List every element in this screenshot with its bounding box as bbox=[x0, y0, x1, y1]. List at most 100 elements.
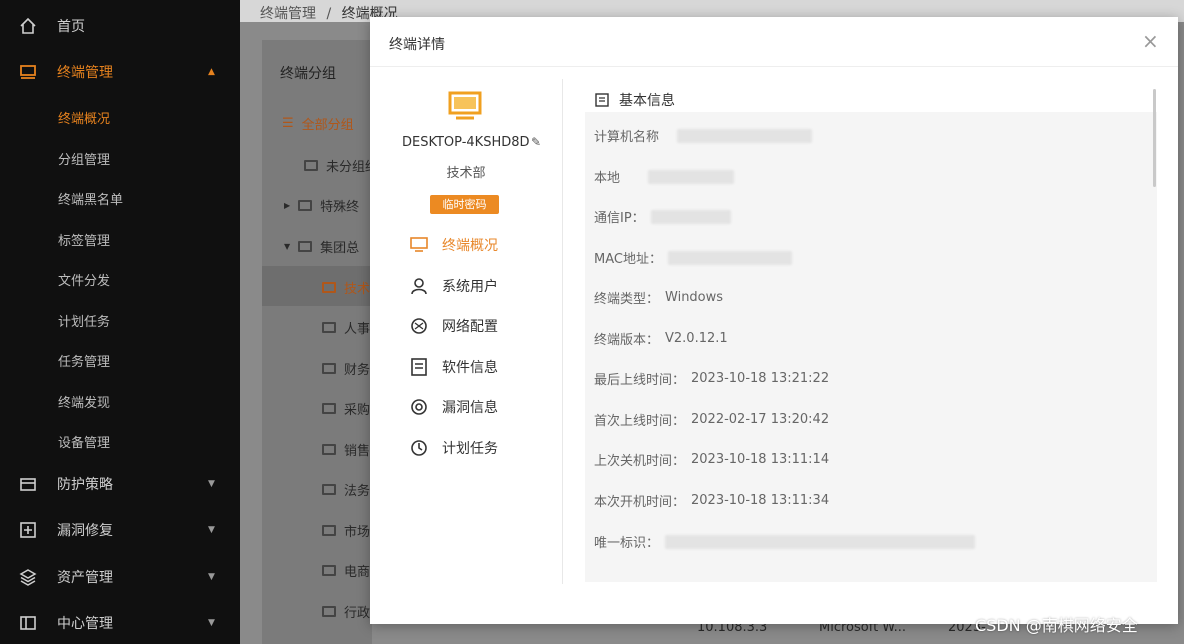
tree-item-child[interactable]: 市场 bbox=[322, 521, 370, 540]
chevron-down-icon: ▼ bbox=[208, 618, 215, 628]
sidebar-item-label: 防护策略 bbox=[57, 477, 113, 493]
sidebar-item-label: 漏洞修复 bbox=[57, 523, 113, 539]
sidebar: 首页 终端管理 ▲ 终端概况 分组管理 终端黑名单 标签管理 文件分发 计划任务… bbox=[0, 0, 240, 644]
sidebar-sub-item[interactable]: 设备管理 bbox=[58, 432, 110, 451]
tree-item-label: 全部分组 bbox=[301, 118, 354, 133]
info-row-mac: MAC地址： bbox=[594, 248, 792, 267]
info-row-version: 终端版本： V2.0.12.1 bbox=[594, 329, 728, 348]
monitor-icon bbox=[322, 322, 336, 333]
clock-icon bbox=[409, 438, 429, 458]
tree-item-label: 采购 bbox=[344, 403, 371, 418]
caret-right-icon: ▶ bbox=[284, 201, 291, 210]
tree-item-label: 集团总 bbox=[320, 241, 360, 256]
sidebar-sub-item[interactable]: 文件分发 bbox=[58, 270, 110, 289]
breadcrumb-root[interactable]: 终端管理 bbox=[260, 6, 316, 22]
tree-item-group-hq[interactable]: ▼ 集团总 bbox=[284, 237, 359, 256]
info-row-first-online: 首次上线时间： 2022-02-17 13:20:42 bbox=[594, 410, 829, 429]
sidebar-sub-item[interactable]: 任务管理 bbox=[58, 351, 110, 370]
monitor-icon bbox=[298, 241, 313, 252]
redacted-value bbox=[665, 534, 976, 549]
info-row-last-shutdown: 上次关机时间： 2023-10-18 13:11:14 bbox=[594, 450, 829, 469]
sidebar-sub-item[interactable]: 终端黑名单 bbox=[58, 189, 123, 208]
modal-header: 终端详情 × bbox=[370, 17, 1178, 67]
caret-down-icon: ▼ bbox=[284, 242, 291, 251]
tree-item-child[interactable]: 法务 bbox=[322, 480, 370, 499]
section-title: 基本信息 bbox=[619, 93, 675, 109]
sidebar-item-label: 首页 bbox=[57, 19, 85, 35]
redacted-value bbox=[648, 169, 735, 184]
sidebar-sub-item[interactable]: 计划任务 bbox=[58, 311, 110, 330]
tree-item-child[interactable]: 电商 bbox=[322, 561, 370, 580]
sidebar-item-vuln-fix[interactable]: 漏洞修复 ▼ bbox=[0, 510, 240, 550]
monitor-icon bbox=[304, 160, 318, 171]
edit-icon[interactable]: ✎ bbox=[531, 135, 541, 149]
strategy-icon bbox=[18, 474, 38, 494]
tree-item-child[interactable]: 技术 bbox=[322, 278, 370, 297]
info-value: 2023-10-18 13:11:34 bbox=[691, 493, 830, 508]
monitor-icon bbox=[322, 525, 336, 536]
tree-item-label: 特殊终 bbox=[320, 200, 360, 215]
breadcrumb-separator: / bbox=[326, 6, 332, 22]
sidebar-item-assets[interactable]: 资产管理 ▼ bbox=[0, 557, 240, 597]
sidebar-item-terminal-mgmt[interactable]: 终端管理 ▲ bbox=[0, 52, 240, 92]
info-row-comm-ip: 通信IP： bbox=[594, 207, 731, 226]
temp-password-button[interactable]: 临时密码 bbox=[430, 195, 499, 214]
info-row-computer-name: 计算机名称 bbox=[594, 126, 813, 145]
monitor-icon bbox=[322, 282, 336, 293]
sidebar-sub-item[interactable]: 终端概况 bbox=[58, 108, 110, 127]
network-icon bbox=[409, 316, 429, 336]
tree-item-child[interactable]: 财务 bbox=[322, 359, 370, 378]
tree-item-ungrouped[interactable]: 未分组终 bbox=[304, 156, 378, 175]
tree-title: 终端分组 bbox=[280, 66, 336, 82]
tree-item-label: 电商 bbox=[344, 565, 371, 580]
tree-item-child[interactable]: 销售 bbox=[322, 440, 370, 459]
terminal-detail-modal: 终端详情 × DESKTOP-4KSHD8D ✎ 技术部 临时密码 终端概况 系… bbox=[370, 17, 1178, 624]
tree-item-child[interactable]: 采购 bbox=[322, 399, 370, 418]
divider bbox=[562, 79, 563, 584]
sidebar-sub-item[interactable]: 终端发现 bbox=[58, 392, 110, 411]
sidebar-item-center[interactable]: 中心管理 ▼ bbox=[0, 603, 240, 643]
info-value: 2023-10-18 13:21:22 bbox=[691, 371, 830, 386]
tree-item-child[interactable]: 行政 bbox=[322, 602, 370, 621]
sidebar-sub-item[interactable]: 标签管理 bbox=[58, 230, 110, 249]
tree-item-child[interactable]: 人事 bbox=[322, 318, 370, 337]
menu-item-label: 软件信息 bbox=[442, 360, 498, 376]
monitor-icon bbox=[322, 403, 336, 414]
chevron-down-icon: ▼ bbox=[208, 479, 215, 489]
close-icon[interactable]: × bbox=[1142, 31, 1159, 51]
info-row-type: 终端类型： Windows bbox=[594, 288, 723, 307]
menu-item-software[interactable]: 软件信息 bbox=[409, 355, 498, 379]
info-label: 唯一标识： bbox=[594, 536, 660, 551]
redacted-value bbox=[667, 250, 792, 265]
tree-item-label: 行政 bbox=[344, 606, 371, 621]
hostname: DESKTOP-4KSHD8D bbox=[402, 135, 530, 150]
list-icon bbox=[595, 93, 609, 107]
menu-item-label: 终端概况 bbox=[442, 238, 498, 254]
info-row-local: 本地 bbox=[594, 167, 735, 186]
monitor-icon bbox=[322, 484, 336, 495]
chevron-down-icon: ▼ bbox=[208, 572, 215, 582]
menu-item-system-users[interactable]: 系统用户 bbox=[409, 274, 498, 298]
menu-item-scheduled-tasks[interactable]: 计划任务 bbox=[409, 436, 498, 460]
info-row-boot: 本次开机时间： 2023-10-18 13:11:34 bbox=[594, 491, 829, 510]
tree-item-label: 财务 bbox=[344, 363, 371, 378]
scrollbar[interactable] bbox=[1153, 89, 1156, 187]
monitor-icon bbox=[298, 200, 313, 211]
tree-item-special[interactable]: ▶ 特殊终 bbox=[284, 196, 359, 215]
tree-item-label: 法务 bbox=[344, 484, 371, 499]
info-label: 通信IP： bbox=[594, 211, 645, 226]
menu-item-network[interactable]: 网络配置 bbox=[409, 314, 498, 338]
info-label: 本地 bbox=[594, 171, 621, 186]
chevron-down-icon: ▼ bbox=[208, 525, 215, 535]
sidebar-item-protection[interactable]: 防护策略 ▼ bbox=[0, 464, 240, 504]
info-label: 最后上线时间： bbox=[594, 373, 686, 388]
menu-item-vulnerability[interactable]: 漏洞信息 bbox=[409, 395, 498, 419]
info-row-uid: 唯一标识： bbox=[594, 532, 976, 551]
list-icon: ☰ bbox=[282, 116, 294, 131]
menu-item-overview[interactable]: 终端概况 bbox=[409, 233, 498, 257]
sidebar-item-home[interactable]: 首页 bbox=[0, 6, 240, 46]
info-label: 终端类型： bbox=[594, 292, 660, 307]
info-value: Windows bbox=[665, 290, 724, 305]
tree-item-all[interactable]: ☰ 全部分组 bbox=[282, 114, 354, 133]
sidebar-sub-item[interactable]: 分组管理 bbox=[58, 149, 110, 168]
